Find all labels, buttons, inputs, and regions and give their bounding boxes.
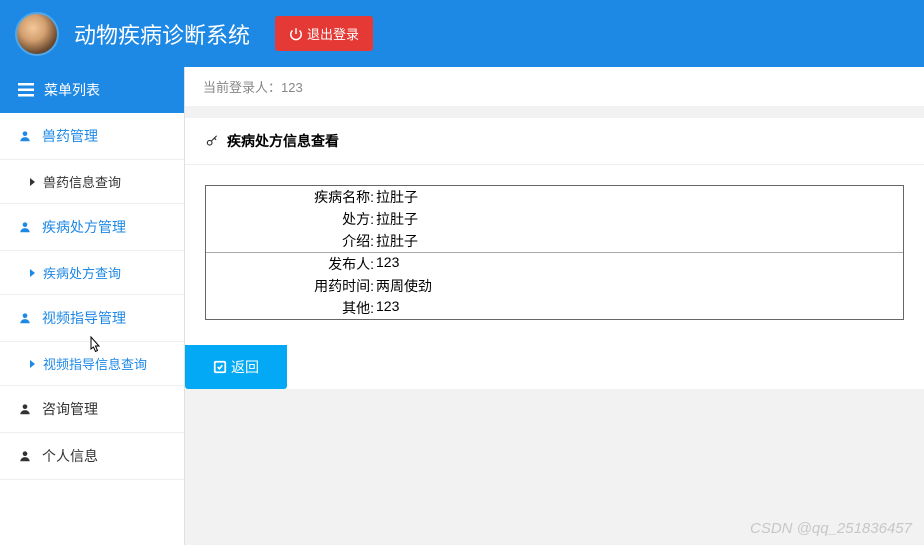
caret-right-icon (30, 269, 35, 277)
detail-value: 拉肚子 (376, 187, 903, 207)
sidebar-item-2[interactable]: 视频指导管理 (0, 295, 184, 342)
user-icon (18, 129, 32, 143)
user-icon (18, 220, 32, 234)
sidebar-item-label: 咨询管理 (42, 399, 98, 419)
detail-label: 用药时间: (206, 276, 376, 296)
detail-row: 处方:拉肚子 (206, 208, 903, 230)
detail-value: 123 (376, 254, 903, 274)
sidebar-subitem-label: 疾病处方查询 (43, 263, 121, 282)
sidebar-item-0[interactable]: 兽药管理 (0, 113, 184, 160)
login-user: 123 (281, 80, 303, 95)
caret-right-icon (30, 360, 35, 368)
back-label: 返回 (231, 357, 259, 377)
avatar[interactable] (15, 12, 59, 56)
detail-label: 处方: (206, 209, 376, 229)
app-title: 动物疾病诊断系统 (74, 18, 250, 50)
main-content: 当前登录人：123 疾病处方信息查看 疾病名称:拉肚子处方:拉肚子介绍:拉肚子发… (185, 67, 924, 545)
detail-row: 介绍:拉肚子 (206, 230, 903, 252)
sidebar-subitem-1-0[interactable]: 疾病处方查询 (0, 251, 184, 295)
power-icon (289, 27, 303, 41)
sidebar-item-4[interactable]: 个人信息 (0, 433, 184, 480)
detail-row: 用药时间:两周使劲 (206, 275, 903, 297)
sidebar-item-3[interactable]: 咨询管理 (0, 386, 184, 433)
sidebar-item-label: 疾病处方管理 (42, 217, 126, 237)
key-icon (205, 134, 219, 148)
check-icon (213, 360, 227, 374)
detail-label: 介绍: (206, 231, 376, 251)
back-button[interactable]: 返回 (185, 345, 287, 389)
sidebar: 菜单列表 兽药管理兽药信息查询疾病处方管理疾病处方查询视频指导管理视频指导信息查… (0, 67, 185, 545)
sidebar-item-label: 个人信息 (42, 446, 98, 466)
caret-right-icon (30, 178, 35, 186)
list-icon (18, 83, 34, 97)
sidebar-item-1[interactable]: 疾病处方管理 (0, 204, 184, 251)
detail-table: 疾病名称:拉肚子处方:拉肚子介绍:拉肚子发布人:123用药时间:两周使劲其他:1… (205, 185, 904, 320)
detail-row: 疾病名称:拉肚子 (206, 186, 903, 208)
logout-button[interactable]: 退出登录 (275, 16, 373, 51)
detail-value: 123 (376, 298, 903, 318)
logout-label: 退出登录 (307, 24, 359, 43)
user-icon (18, 449, 32, 463)
user-icon (18, 402, 32, 416)
sidebar-subitem-label: 视频指导信息查询 (43, 354, 147, 373)
detail-label: 疾病名称: (206, 187, 376, 207)
detail-label: 发布人: (206, 254, 376, 274)
sidebar-item-label: 视频指导管理 (42, 308, 126, 328)
detail-value: 两周使劲 (376, 276, 903, 296)
sidebar-subitem-0-0[interactable]: 兽药信息查询 (0, 160, 184, 204)
detail-row: 发布人:123 (206, 252, 903, 275)
detail-panel: 疾病处方信息查看 疾病名称:拉肚子处方:拉肚子介绍:拉肚子发布人:123用药时间… (185, 118, 924, 389)
sidebar-subitem-2-0[interactable]: 视频指导信息查询 (0, 342, 184, 386)
login-prefix: 当前登录人： (203, 80, 281, 95)
app-header: 动物疾病诊断系统 退出登录 (0, 0, 924, 67)
menu-header: 菜单列表 (0, 67, 184, 113)
login-status-bar: 当前登录人：123 (185, 67, 924, 106)
detail-row: 其他:123 (206, 297, 903, 319)
panel-title: 疾病处方信息查看 (185, 118, 924, 165)
sidebar-item-label: 兽药管理 (42, 126, 98, 146)
detail-label: 其他: (206, 298, 376, 318)
detail-value: 拉肚子 (376, 231, 903, 251)
menu-header-label: 菜单列表 (44, 80, 100, 100)
sidebar-subitem-label: 兽药信息查询 (43, 172, 121, 191)
detail-value: 拉肚子 (376, 209, 903, 229)
user-icon (18, 311, 32, 325)
